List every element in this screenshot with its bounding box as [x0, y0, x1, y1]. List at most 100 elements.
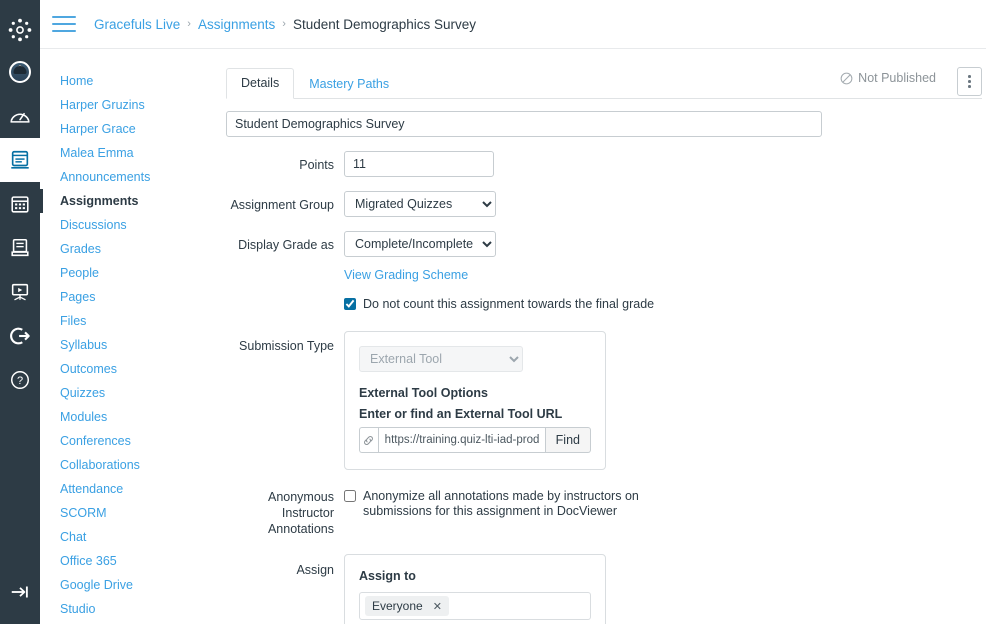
course-nav-item-outcomes[interactable]: Outcomes [40, 357, 182, 381]
assignment-edit-form: Details Mastery Paths Not Published Stud… [182, 49, 998, 624]
view-grading-scheme-link[interactable]: View Grading Scheme [344, 268, 468, 282]
more-options-button[interactable] [957, 67, 982, 96]
account-avatar[interactable] [0, 50, 40, 94]
not-published-icon [840, 72, 853, 84]
course-nav-item-home[interactable]: Home [40, 69, 182, 93]
omit-from-final-grade-label: Do not count this assignment towards the… [363, 297, 655, 311]
external-tool-options-heading: External Tool Options [359, 386, 488, 400]
breadcrumb: Gracefuls Live › Assignments › Student D… [94, 17, 476, 32]
course-nav-item-scorm[interactable]: SCORM [40, 501, 182, 525]
dashboard-icon[interactable] [0, 94, 40, 138]
kebab-dot [968, 85, 971, 88]
course-nav-item-harper-grace[interactable]: Harper Grace [40, 117, 182, 141]
assignment-group-label: Assignment Group [230, 198, 334, 212]
help-icon[interactable]: ? [0, 358, 40, 402]
kebab-dot [968, 75, 971, 78]
course-nav-item-assignments[interactable]: Assignments [40, 189, 182, 213]
assignment-name-input[interactable] [226, 111, 822, 137]
display-grade-as-select[interactable]: Complete/Incomplete [344, 231, 496, 257]
breadcrumb-separator: › [282, 18, 286, 30]
publish-status-text: Not Published [858, 71, 936, 85]
assign-to-input[interactable]: Everyone ✕ [359, 592, 591, 620]
anonymize-annotations-line2: submissions for this assignment in DocVi… [363, 504, 618, 518]
svg-text:?: ? [17, 375, 23, 387]
points-label: Points [299, 158, 334, 172]
course-nav-item-announcements[interactable]: Announcements [40, 165, 182, 189]
form-row-assign: Assign Assign to Everyone ✕ Due [226, 554, 982, 624]
canvas-logo-icon[interactable] [0, 10, 40, 50]
course-nav-item-people[interactable]: People [40, 261, 182, 285]
form-row-submission-type: Submission Type External Tool External T… [226, 331, 982, 470]
submission-type-panel: External Tool External Tool Options Ente… [344, 331, 606, 470]
omit-from-final-grade-checkbox[interactable] [344, 298, 356, 310]
course-nav-item-modules[interactable]: Modules [40, 405, 182, 429]
studio-icon[interactable] [0, 270, 40, 314]
omit-from-final-grade-row: Do not count this assignment towards the… [344, 297, 982, 312]
course-nav-item-office-365[interactable]: Office 365 [40, 549, 182, 573]
course-nav-item-grades[interactable]: Grades [40, 237, 182, 261]
course-nav-item-chat[interactable]: Chat [40, 525, 182, 549]
inbox-icon[interactable] [0, 226, 40, 270]
tab-bar: Details Mastery Paths Not Published [226, 67, 982, 99]
submission-type-select[interactable]: External Tool [359, 346, 523, 372]
course-nav-item-malea-emma[interactable]: Malea Emma [40, 141, 182, 165]
breadcrumb-separator: › [187, 18, 191, 30]
minimize-navigation-icon[interactable] [0, 570, 40, 614]
course-nav-item-google-drive[interactable]: Google Drive [40, 573, 182, 597]
find-button[interactable]: Find [545, 427, 591, 453]
submission-type-label: Submission Type [239, 339, 334, 353]
course-nav-item-syllabus[interactable]: Syllabus [40, 333, 182, 357]
assign-to-heading: Assign to [359, 569, 416, 583]
course-nav-item-studio[interactable]: Studio [40, 597, 182, 621]
form-row-anonymous-annotations: Anonymous Instructor Annotations Anonymi… [226, 487, 982, 537]
kebab-dot [968, 80, 971, 83]
anonymize-annotations-checkbox[interactable] [344, 490, 356, 502]
remove-pill-icon[interactable]: ✕ [433, 600, 442, 613]
display-grade-as-label: Display Grade as [238, 238, 334, 252]
canvas-assignment-edit-page: ? Gracefuls Live › Assignments › Student… [0, 0, 998, 624]
assign-to-pill-label: Everyone [372, 599, 423, 613]
nav-collapse-container [0, 570, 40, 614]
points-input[interactable] [344, 151, 494, 177]
courses-icon[interactable] [0, 138, 40, 182]
anonymous-annotations-label-line2: Annotations [267, 522, 334, 536]
course-navigation: Home Harper Gruzins Harper Grace Malea E… [40, 49, 182, 624]
form-row-assignment-group: Assignment Group Migrated Quizzes [226, 191, 982, 217]
assign-panel: Assign to Everyone ✕ Due [344, 554, 606, 624]
breadcrumb-item-assignments[interactable]: Assignments [198, 17, 275, 32]
form-row-points: Points [226, 151, 982, 177]
assign-label: Assign [296, 563, 334, 577]
course-nav-item-pages[interactable]: Pages [40, 285, 182, 309]
course-nav-item-collaborations[interactable]: Collaborations [40, 453, 182, 477]
anonymize-annotations-row: Anonymize all annotations made by instru… [344, 487, 982, 519]
anonymize-annotations-text: Anonymize all annotations made by instru… [363, 489, 663, 519]
assignment-group-select[interactable]: Migrated Quizzes [344, 191, 496, 217]
global-navigation: ? [0, 0, 40, 624]
menu-icon[interactable] [52, 14, 78, 34]
status-badge: Not Published [840, 71, 936, 85]
breadcrumb-item-course[interactable]: Gracefuls Live [94, 17, 180, 32]
link-icon [359, 427, 378, 453]
tab-mastery-paths[interactable]: Mastery Paths [294, 69, 404, 99]
tab-details[interactable]: Details [226, 68, 295, 99]
calendar-icon[interactable] [0, 182, 40, 226]
logout-icon[interactable] [0, 314, 40, 358]
external-tool-url-group: Find [359, 427, 591, 453]
avatar [9, 61, 31, 83]
form-row-display-grade-as: Display Grade as Complete/Incomplete Vie… [226, 231, 982, 312]
external-tool-url-input[interactable] [377, 427, 546, 453]
course-nav-item-harper-gruzins[interactable]: Harper Gruzins [40, 93, 182, 117]
external-tool-url-heading: Enter or find an External Tool URL [359, 407, 563, 421]
course-nav-item-discussions[interactable]: Discussions [40, 213, 182, 237]
course-nav-item-files[interactable]: Files [40, 309, 182, 333]
course-nav-item-quizzes[interactable]: Quizzes [40, 381, 182, 405]
anonymous-annotations-label-line1: Anonymous Instructor [267, 490, 334, 520]
anonymous-annotations-label: Anonymous Instructor Annotations [226, 487, 344, 537]
course-nav-item-attendance[interactable]: Attendance [40, 477, 182, 501]
breadcrumb-bar: Gracefuls Live › Assignments › Student D… [40, 0, 986, 49]
anonymize-annotations-line1: Anonymize all annotations made by instru… [363, 489, 639, 503]
main-region: Gracefuls Live › Assignments › Student D… [40, 0, 998, 624]
assign-to-pill: Everyone ✕ [365, 596, 449, 616]
breadcrumb-item-current: Student Demographics Survey [292, 16, 477, 32]
course-nav-item-conferences[interactable]: Conferences [40, 429, 182, 453]
